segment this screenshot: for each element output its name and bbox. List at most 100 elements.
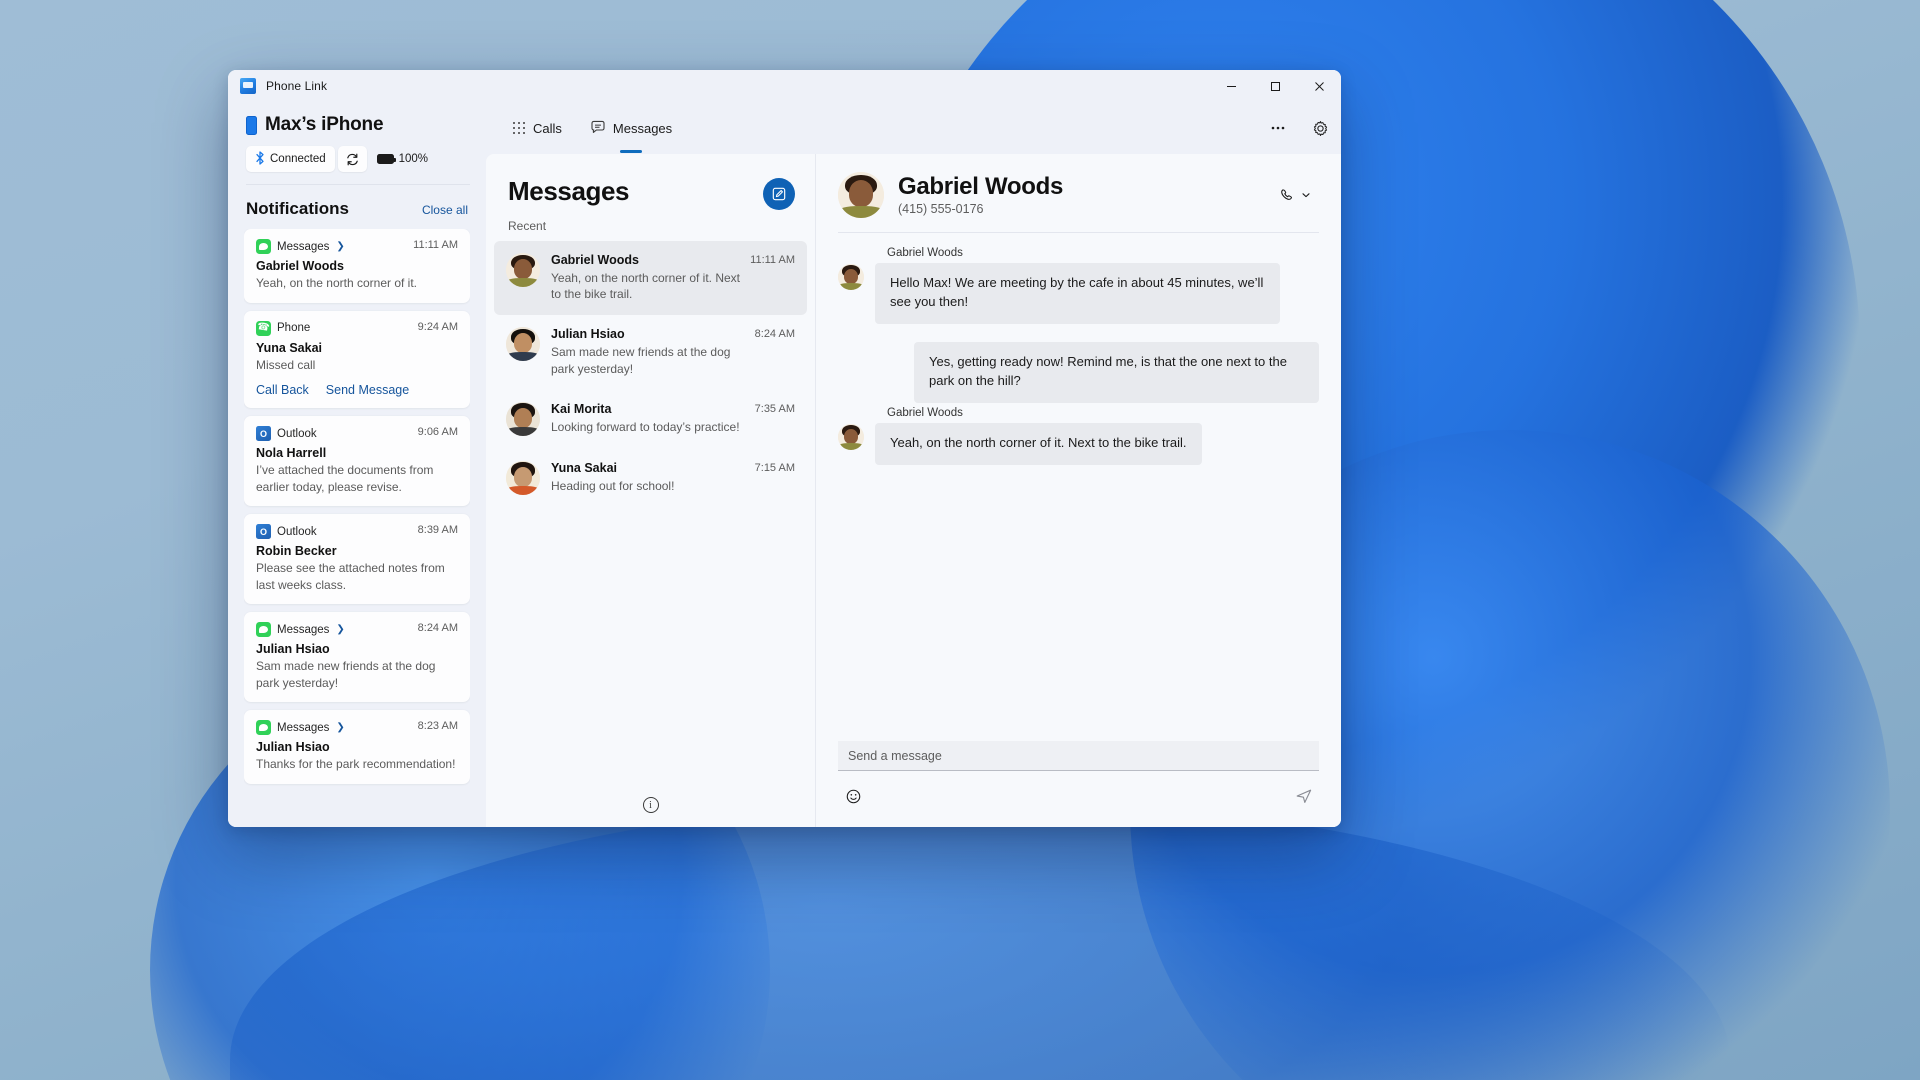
notification-list: Messages ❯ 11:11 AM Gabriel Woods Yeah, on t… <box>244 229 470 827</box>
message-bubble-icon <box>590 119 606 138</box>
conversation-list-item[interactable]: Julian HsiaoSam made new friends at the … <box>494 315 807 389</box>
emoji-icon <box>845 788 862 805</box>
notification-card[interactable]: Messages❯8:23 AMJulian HsiaoThanks for t… <box>244 710 470 784</box>
conversation-list: Gabriel WoodsYeah, on the north corner o… <box>486 241 815 783</box>
compose-icon <box>771 186 787 202</box>
left-rail: Max’s iPhone Connected <box>228 102 486 827</box>
sync-button[interactable] <box>338 146 367 172</box>
notification-sender: Yuna Sakai <box>256 341 458 355</box>
avatar-face <box>506 402 540 436</box>
message-sender-name: Gabriel Woods <box>887 407 1319 419</box>
notification-card[interactable]: Phone9:24 AMYuna SakaiMissed callCall Ba… <box>244 311 470 409</box>
phone-icon <box>246 116 257 135</box>
info-icon[interactable]: i <box>643 797 659 813</box>
refresh-icon <box>345 152 360 167</box>
content-panes: Messages Recent Gabriel WoodsYea <box>486 154 1341 827</box>
minimize-button[interactable] <box>1209 70 1253 102</box>
message-input[interactable] <box>838 741 1319 771</box>
conversation-list-item[interactable]: Yuna SakaiHeading out for school!7:15 AM <box>494 449 807 508</box>
notification-app-name: Phone <box>277 322 310 334</box>
tab-messages[interactable]: Messages <box>578 110 684 146</box>
avatar <box>506 253 540 287</box>
message-row: Yeah, on the north corner of it. Next to… <box>838 423 1319 465</box>
battery-icon <box>377 154 394 164</box>
chevron-right-icon[interactable]: ❯ <box>336 241 344 252</box>
notification-action-button[interactable]: Call Back <box>256 383 309 397</box>
notification-sender: Julian Hsiao <box>256 642 458 656</box>
conversation-list-item[interactable]: Kai Morita Looking forward to today’s pra… <box>494 390 807 449</box>
notification-timestamp: 8:39 AM <box>418 524 458 536</box>
message-sender-name: Gabriel Woods <box>887 247 1319 259</box>
notifications-title: Notifications <box>246 199 349 219</box>
conversation-item-name: Yuna Sakai <box>551 461 751 475</box>
notification-timestamp: 9:06 AM <box>418 426 458 438</box>
chevron-down-icon <box>1301 190 1311 200</box>
conversation-item-timestamp: 7:35 AM <box>755 403 795 415</box>
conversation-item-timestamp: 11:11 AM <box>750 254 795 266</box>
notification-card[interactable]: Outlook8:39 AMRobin BeckerPlease see the… <box>244 514 470 604</box>
close-button[interactable] <box>1297 70 1341 102</box>
tab-bar: Calls Messages <box>486 102 1341 154</box>
call-contact-button[interactable] <box>1271 179 1319 211</box>
message-avatar <box>838 264 864 290</box>
device-header: Max’s iPhone <box>244 114 470 136</box>
messages-list-footer: i <box>486 783 815 827</box>
compose-message-button[interactable] <box>763 178 795 210</box>
message-bubble-outgoing: Yes, getting ready now! Remind me, is th… <box>914 342 1319 403</box>
notification-action-button[interactable]: Send Message <box>326 383 409 397</box>
notification-app-name: Messages <box>277 241 329 253</box>
notification-body: Yeah, on the north corner of it. <box>256 275 458 292</box>
dialpad-icon <box>512 121 526 135</box>
conversation-item-preview: Heading out for school! <box>551 478 751 494</box>
app-body: Max’s iPhone Connected <box>228 102 1341 827</box>
messages-list-pane: Messages Recent Gabriel WoodsYea <box>486 154 816 827</box>
notification-app-name: Messages <box>277 722 329 734</box>
conversation-list-item[interactable]: Gabriel WoodsYeah, on the north corner o… <box>494 241 807 315</box>
outlook-app-icon <box>256 426 271 441</box>
notification-sender: Gabriel Woods <box>256 259 458 273</box>
conversation-header: Gabriel Woods (415) 555-0176 <box>816 154 1341 218</box>
bluetooth-status-pill[interactable]: Connected <box>246 146 335 172</box>
conversation-phone-number: (415) 555-0176 <box>898 202 1257 216</box>
notification-timestamp: 8:24 AM <box>418 622 458 634</box>
message-group: Yes, getting ready now! Remind me, is th… <box>838 328 1319 403</box>
settings-button[interactable] <box>1303 111 1337 145</box>
chevron-right-icon[interactable]: ❯ <box>336 722 344 733</box>
maximize-button[interactable] <box>1253 70 1297 102</box>
notification-app-name: Outlook <box>277 526 317 538</box>
close-all-button[interactable]: Close all <box>422 203 468 217</box>
notification-card[interactable]: Messages❯8:24 AMJulian HsiaoSam made new… <box>244 612 470 702</box>
send-icon <box>1295 787 1313 805</box>
conversation-item-preview: Yeah, on the north corner of it. Next to… <box>551 270 751 302</box>
device-status-row: Connected 100% <box>244 146 470 172</box>
notification-card[interactable]: Outlook9:06 AMNola HarrellI’ve attached … <box>244 416 470 506</box>
title-bar: Phone Link <box>228 70 1341 102</box>
phone-call-icon <box>1279 187 1296 204</box>
device-name: Max’s iPhone <box>265 114 383 136</box>
tab-calls-label: Calls <box>533 121 562 136</box>
emoji-button[interactable] <box>840 783 866 809</box>
messages-list-subtitle: Recent <box>508 219 795 233</box>
message-bubble-incoming: Yeah, on the north corner of it. Next to… <box>875 423 1202 465</box>
avatar-face <box>838 264 864 290</box>
conversation-item-preview: Looking forward to today’s practice! <box>551 419 751 435</box>
battery-status: 100% <box>377 153 428 165</box>
notification-card[interactable]: Messages ❯ 11:11 AM Gabriel Woods Yeah, on t… <box>244 229 470 303</box>
conversation-item-name: Kai Morita <box>551 402 751 416</box>
notification-sender: Nola Harrell <box>256 446 458 460</box>
notification-body: Thanks for the park recommendation! <box>256 756 458 773</box>
send-button[interactable] <box>1291 783 1317 809</box>
tab-calls[interactable]: Calls <box>500 110 574 146</box>
chevron-right-icon[interactable]: ❯ <box>336 624 344 635</box>
avatar <box>506 402 540 436</box>
notification-timestamp: 9:24 AM <box>418 321 458 333</box>
notification-timestamp: 11:11 AM <box>413 239 458 251</box>
desktop-background: Phone Link Max’s iPhone <box>0 0 1920 1080</box>
connection-status-label: Connected <box>270 153 326 165</box>
message-composer <box>816 741 1341 827</box>
more-options-button[interactable] <box>1261 111 1295 145</box>
avatar <box>506 461 540 495</box>
notification-app-name: Outlook <box>277 428 317 440</box>
notification-body: Sam made new friends at the dog park yes… <box>256 658 458 691</box>
tab-messages-label: Messages <box>613 121 672 136</box>
